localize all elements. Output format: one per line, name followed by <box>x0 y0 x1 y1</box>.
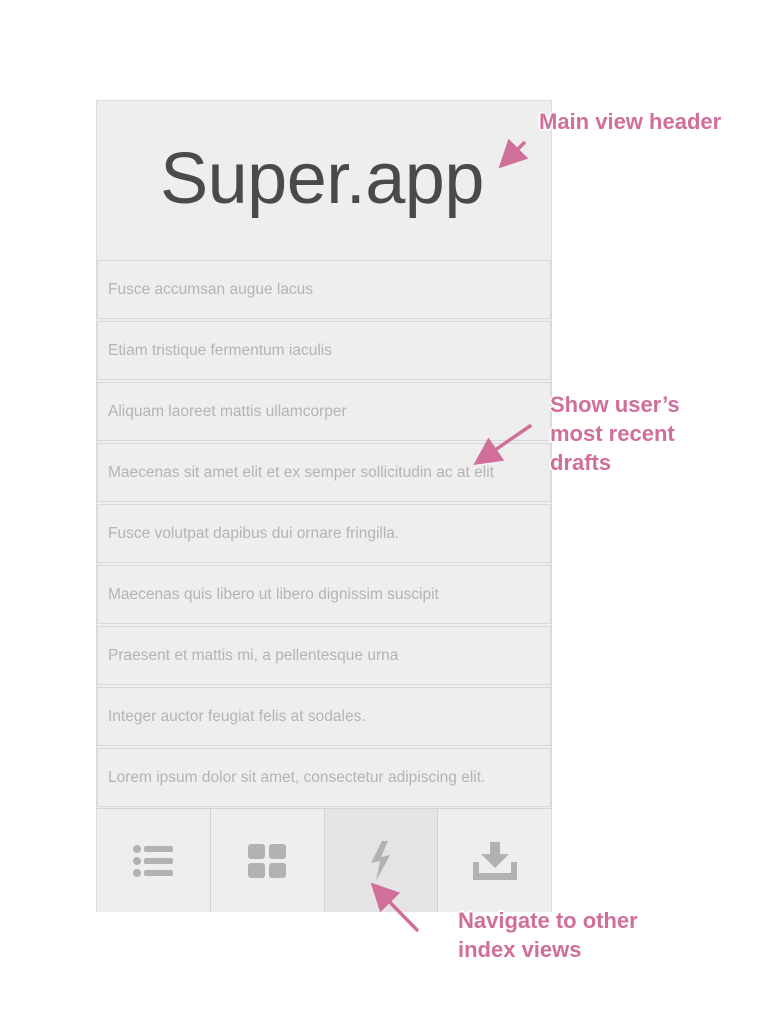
draft-item[interactable]: Praesent et mattis mi, a pellentesque ur… <box>97 626 551 685</box>
draft-item[interactable]: Aliquam laoreet mattis ullamcorper <box>97 382 551 441</box>
tab-drafts-view[interactable] <box>324 809 439 912</box>
draft-item[interactable]: Maecenas quis libero ut libero dignissim… <box>97 565 551 624</box>
tab-list-view[interactable] <box>97 809 211 912</box>
annotation-drafts: Show user’s most recent drafts <box>550 390 680 477</box>
draft-item[interactable]: Fusce accumsan augue lacus <box>97 260 551 319</box>
annotation-drafts-line-1: Show user’s <box>550 392 680 417</box>
list-icon <box>132 844 174 878</box>
app-title: Super.app <box>160 138 484 219</box>
annotation-navigation: Navigate to other index views <box>458 906 638 964</box>
draft-item[interactable]: Lorem ipsum dolor sit amet, consectetur … <box>97 748 551 807</box>
annotation-drafts-line-2: most recent <box>550 421 675 446</box>
draft-item[interactable]: Fusce volutpat dapibus dui ornare fringi… <box>97 504 551 563</box>
annotation-header: Main view header <box>539 107 721 136</box>
main-view-header: Super.app <box>97 101 551 260</box>
grid-icon <box>248 843 287 878</box>
tab-grid-view[interactable] <box>210 809 325 912</box>
recent-drafts-list: Fusce accumsan augue lacus Etiam tristiq… <box>97 260 551 809</box>
wireframe-canvas: Super.app Fusce accumsan augue lacus Eti… <box>0 0 772 1024</box>
app-mockup: Super.app Fusce accumsan augue lacus Eti… <box>96 100 552 912</box>
lightning-icon <box>367 840 395 881</box>
index-view-tabbar <box>97 808 551 912</box>
draft-item[interactable]: Maecenas sit amet elit et ex semper soll… <box>97 443 551 502</box>
annotation-header-text: Main view header <box>539 109 722 134</box>
tab-download-view[interactable] <box>438 809 551 912</box>
annotation-navigation-line-1: Navigate to other <box>458 908 638 933</box>
annotation-drafts-line-3: drafts <box>550 450 612 475</box>
draft-item[interactable]: Etiam tristique fermentum iaculis <box>97 321 551 380</box>
download-icon <box>472 841 517 880</box>
draft-item[interactable]: Integer auctor feugiat felis at sodales. <box>97 687 551 746</box>
annotation-navigation-line-2: index views <box>458 937 582 962</box>
